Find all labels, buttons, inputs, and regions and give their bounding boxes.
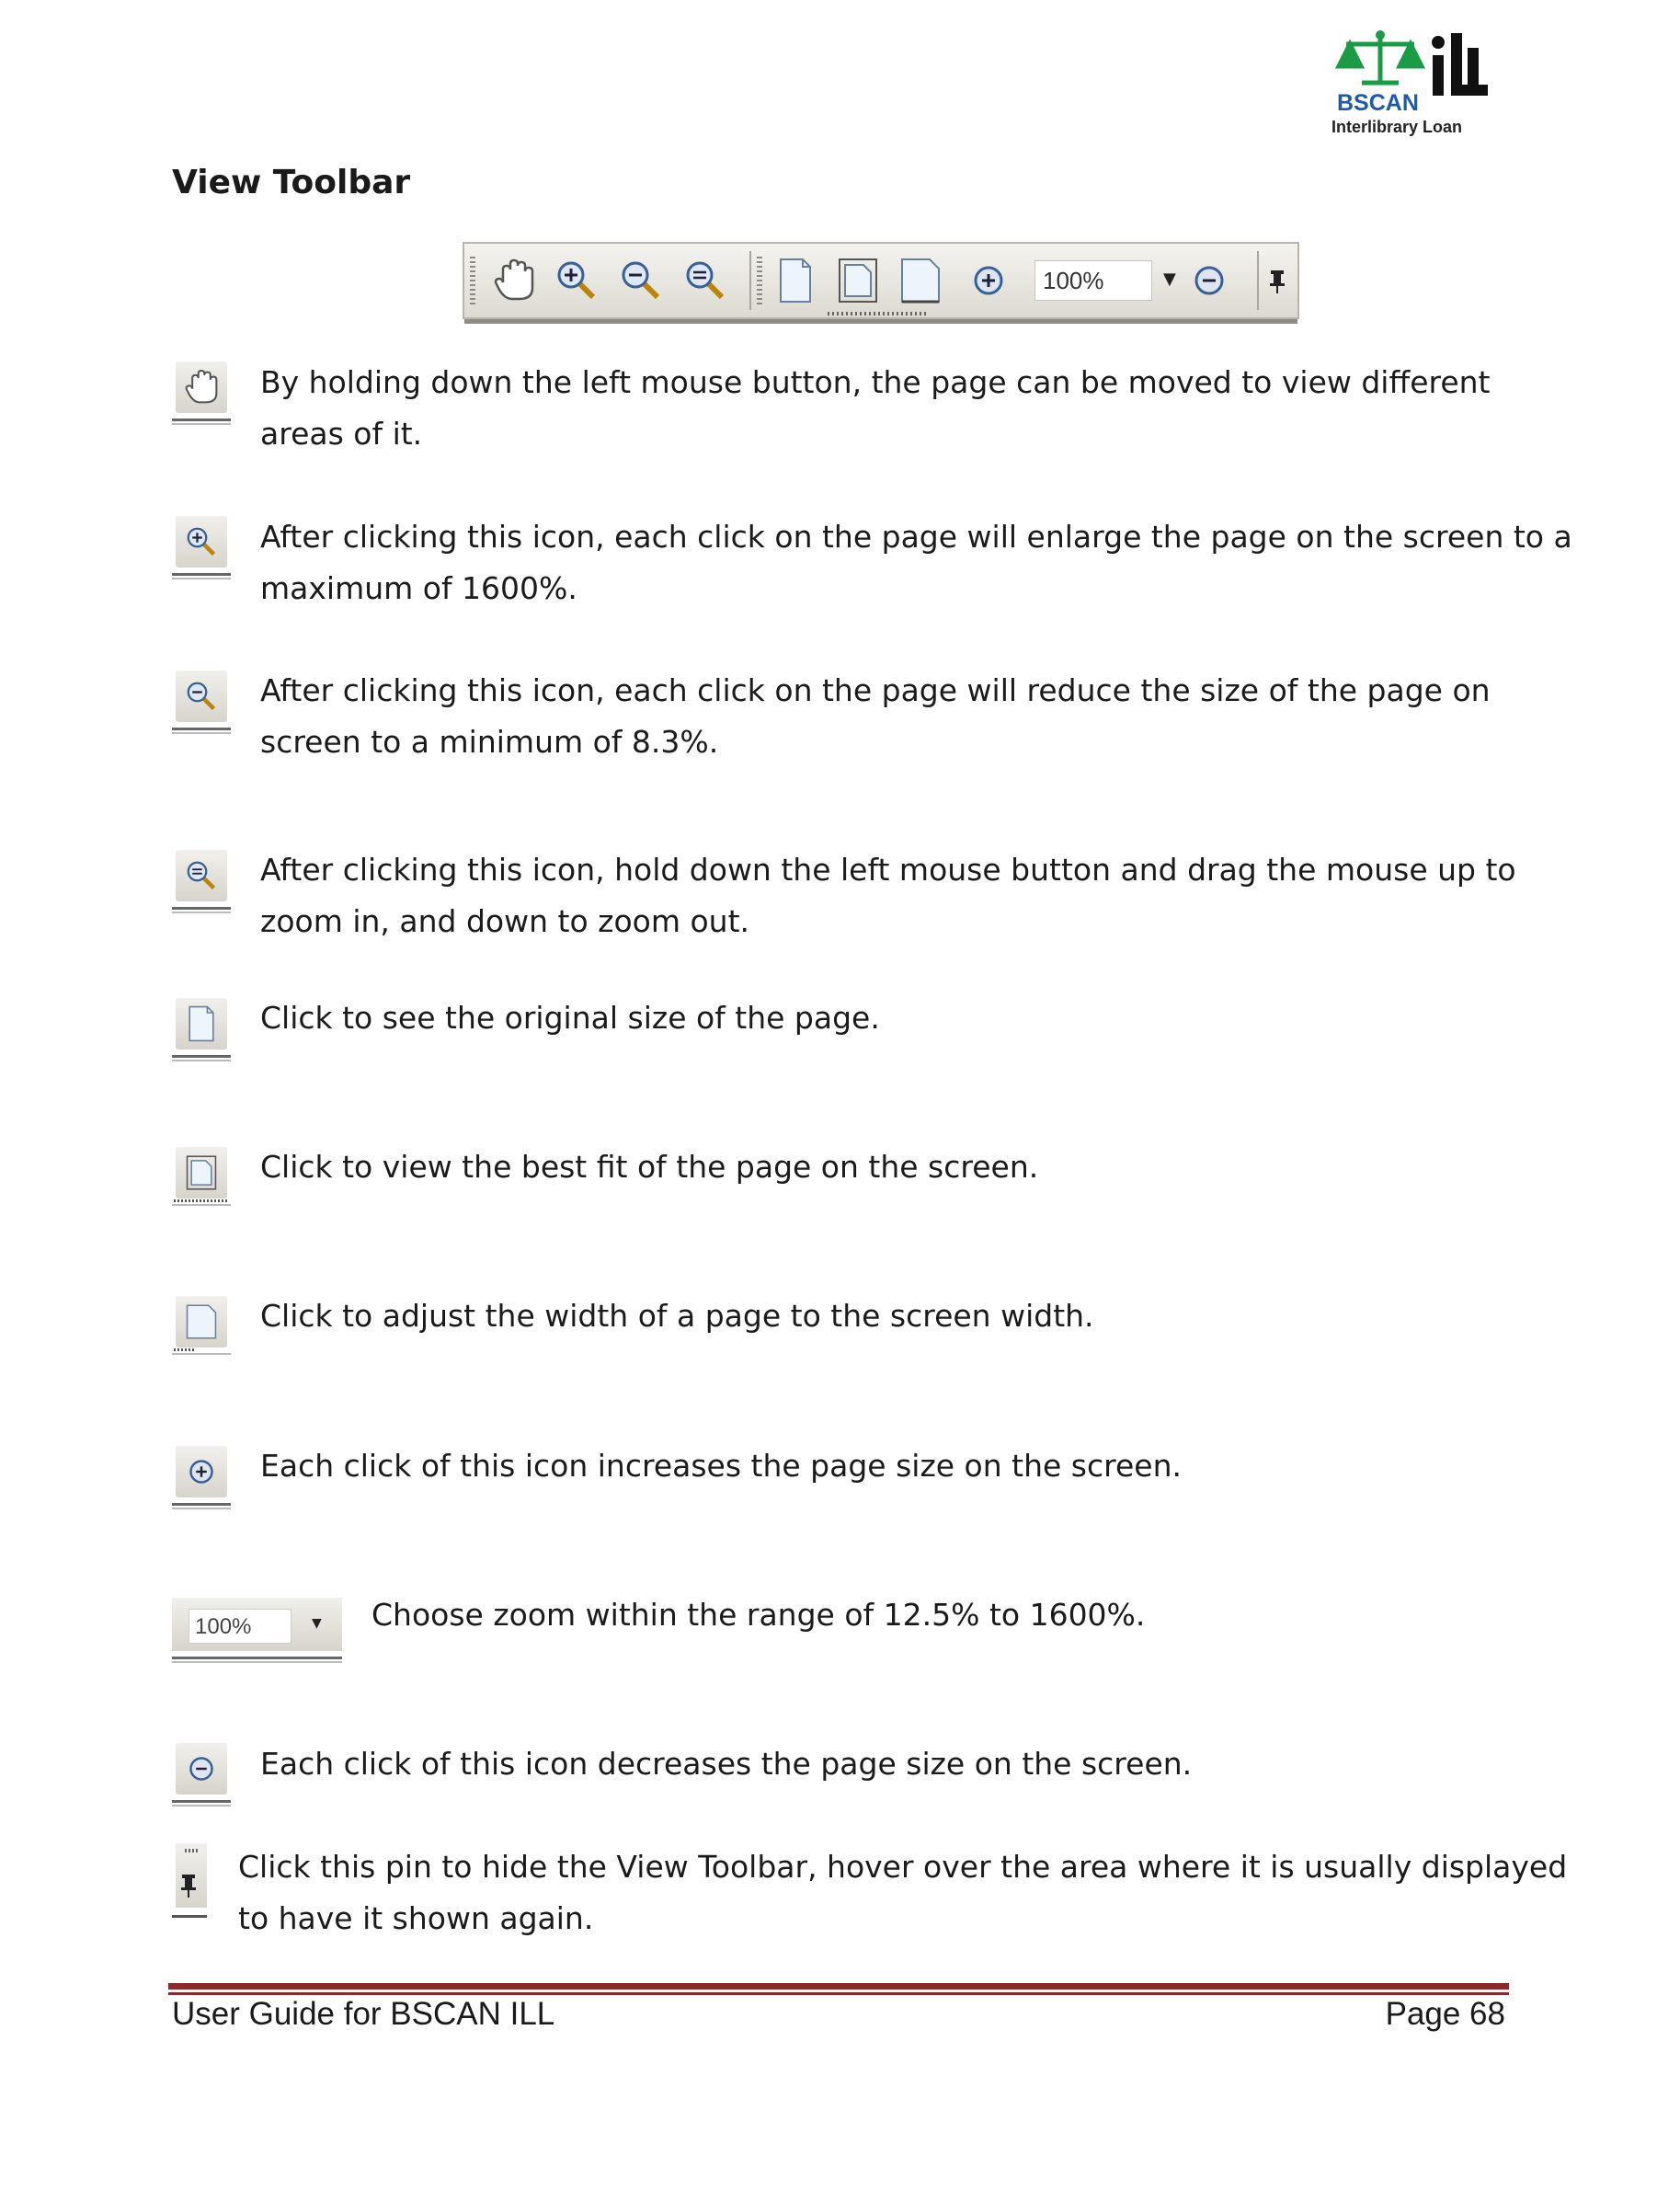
zoom-increase-description: Each click of this icon increases the pa… bbox=[260, 1440, 1182, 1492]
logo-subtitle: Interlibrary Loan bbox=[1331, 118, 1463, 136]
text-line: Click this pin to hide the View Toolbar,… bbox=[238, 1849, 1568, 1885]
hand-icon-box bbox=[172, 361, 231, 428]
pin-description: Click this pin to hide the View Toolbar,… bbox=[238, 1841, 1567, 1944]
view-toolbar-image: 100% ▼ bbox=[463, 242, 1299, 324]
zoom-in-icon-box bbox=[172, 516, 231, 582]
zoom-decrease-icon-box bbox=[172, 1743, 231, 1809]
actual-size-page-icon bbox=[189, 1005, 214, 1042]
text-line: Each click of this icon decreases the pa… bbox=[260, 1746, 1193, 1782]
actual-size-page-icon bbox=[768, 253, 823, 308]
fit-width-icon-box bbox=[172, 1296, 231, 1362]
zoom-increase-icon-box bbox=[172, 1446, 231, 1512]
zoom-select-dropdown: 100% ▼ bbox=[172, 1598, 342, 1664]
footer-document-title: User Guide for BSCAN ILL bbox=[172, 1996, 555, 2032]
fit-page-icon bbox=[830, 253, 886, 308]
scales-of-justice-logo-icon bbox=[1334, 30, 1488, 96]
text-line: Choose zoom within the range of 12.5% to… bbox=[371, 1597, 1146, 1633]
text-line: After clicking this icon, hold down the … bbox=[260, 852, 1516, 888]
hand-icon bbox=[185, 369, 218, 404]
footer-page-number: Page 68 bbox=[1385, 1996, 1505, 2032]
dropdown-arrow-icon: ▼ bbox=[312, 1616, 322, 1631]
zoom-increase-icon bbox=[189, 1460, 213, 1484]
footer-rule bbox=[168, 1983, 1509, 1990]
toolbar-separator bbox=[749, 251, 751, 310]
zoom-level-field: 100% bbox=[1034, 260, 1152, 301]
pin-icon bbox=[181, 1875, 196, 1898]
zoom-out-magnifier-icon bbox=[613, 253, 669, 308]
zoom-out-icon-box bbox=[172, 671, 231, 737]
text-line: Each click of this icon increases the pa… bbox=[260, 1448, 1182, 1484]
fit-width-page-icon bbox=[186, 1304, 217, 1339]
text-line: zoom in, and down to zoom out. bbox=[260, 903, 749, 939]
dynamic-zoom-icon bbox=[187, 861, 216, 890]
text-line: After clicking this icon, each click on … bbox=[260, 672, 1491, 708]
toolbar-bottom-edge bbox=[464, 319, 1297, 324]
text-line: screen to a minimum of 8.3%. bbox=[260, 724, 719, 760]
text-line: After clicking this icon, each click on … bbox=[260, 519, 1572, 555]
page-title: View Toolbar bbox=[172, 164, 411, 201]
zoom-in-magnifier-icon bbox=[187, 527, 216, 556]
pin-icon bbox=[1259, 253, 1296, 308]
dynamic-zoom-icon-box bbox=[172, 850, 231, 916]
dynamic-zoom-icon bbox=[678, 253, 733, 308]
zoom-select-description: Choose zoom within the range of 12.5% to… bbox=[371, 1589, 1145, 1641]
zoom-decrease-icon bbox=[1182, 253, 1237, 308]
zoom-increase-icon bbox=[961, 253, 1016, 308]
toolbar-resize-dots bbox=[828, 312, 929, 315]
zoom-in-description: After clicking this icon, each click on … bbox=[260, 511, 1572, 614]
toolbar-grip bbox=[470, 257, 475, 304]
fit-width-page-icon bbox=[893, 253, 948, 308]
zoom-out-description: After clicking this icon, each click on … bbox=[260, 665, 1491, 768]
hand-tool-description: By holding down the left mouse button, t… bbox=[260, 357, 1491, 460]
dynamic-zoom-description: After clicking this icon, hold down the … bbox=[260, 844, 1516, 947]
text-line: Click to see the original size of the pa… bbox=[260, 1000, 880, 1036]
bscan-ill-logo: BSCAN Interlibrary Loan bbox=[1330, 28, 1500, 138]
zoom-out-magnifier-icon bbox=[187, 682, 216, 711]
text-line: maximum of 1600%. bbox=[260, 570, 577, 606]
actual-size-icon-box bbox=[172, 998, 231, 1064]
fit-page-description: Click to view the best fit of the page o… bbox=[260, 1141, 1038, 1193]
zoom-decrease-description: Each click of this icon decreases the pa… bbox=[260, 1738, 1192, 1790]
zoom-decrease-icon bbox=[189, 1757, 213, 1781]
footer-rule bbox=[168, 1992, 1509, 1995]
text-line: By holding down the left mouse button, t… bbox=[260, 364, 1491, 400]
actual-size-description: Click to see the original size of the pa… bbox=[260, 992, 880, 1044]
text-line: Click to view the best fit of the page o… bbox=[260, 1149, 1039, 1185]
zoom-in-magnifier-icon bbox=[549, 253, 604, 308]
fit-page-icon-box bbox=[172, 1147, 231, 1213]
hand-icon bbox=[486, 253, 542, 308]
zoom-select-value: 100% bbox=[189, 1609, 291, 1644]
zoom-dropdown-arrow-icon: ▼ bbox=[1163, 270, 1176, 289]
toolbar-grip bbox=[757, 257, 762, 304]
pin-icon-box bbox=[172, 1843, 211, 1922]
fit-width-description: Click to adjust the width of a page to t… bbox=[260, 1290, 1094, 1342]
text-line: areas of it. bbox=[260, 416, 423, 452]
logo-name: BSCAN bbox=[1337, 90, 1419, 116]
fit-page-icon bbox=[186, 1155, 217, 1190]
text-line: Click to adjust the width of a page to t… bbox=[260, 1298, 1094, 1334]
text-line: to have it shown again. bbox=[238, 1900, 594, 1936]
